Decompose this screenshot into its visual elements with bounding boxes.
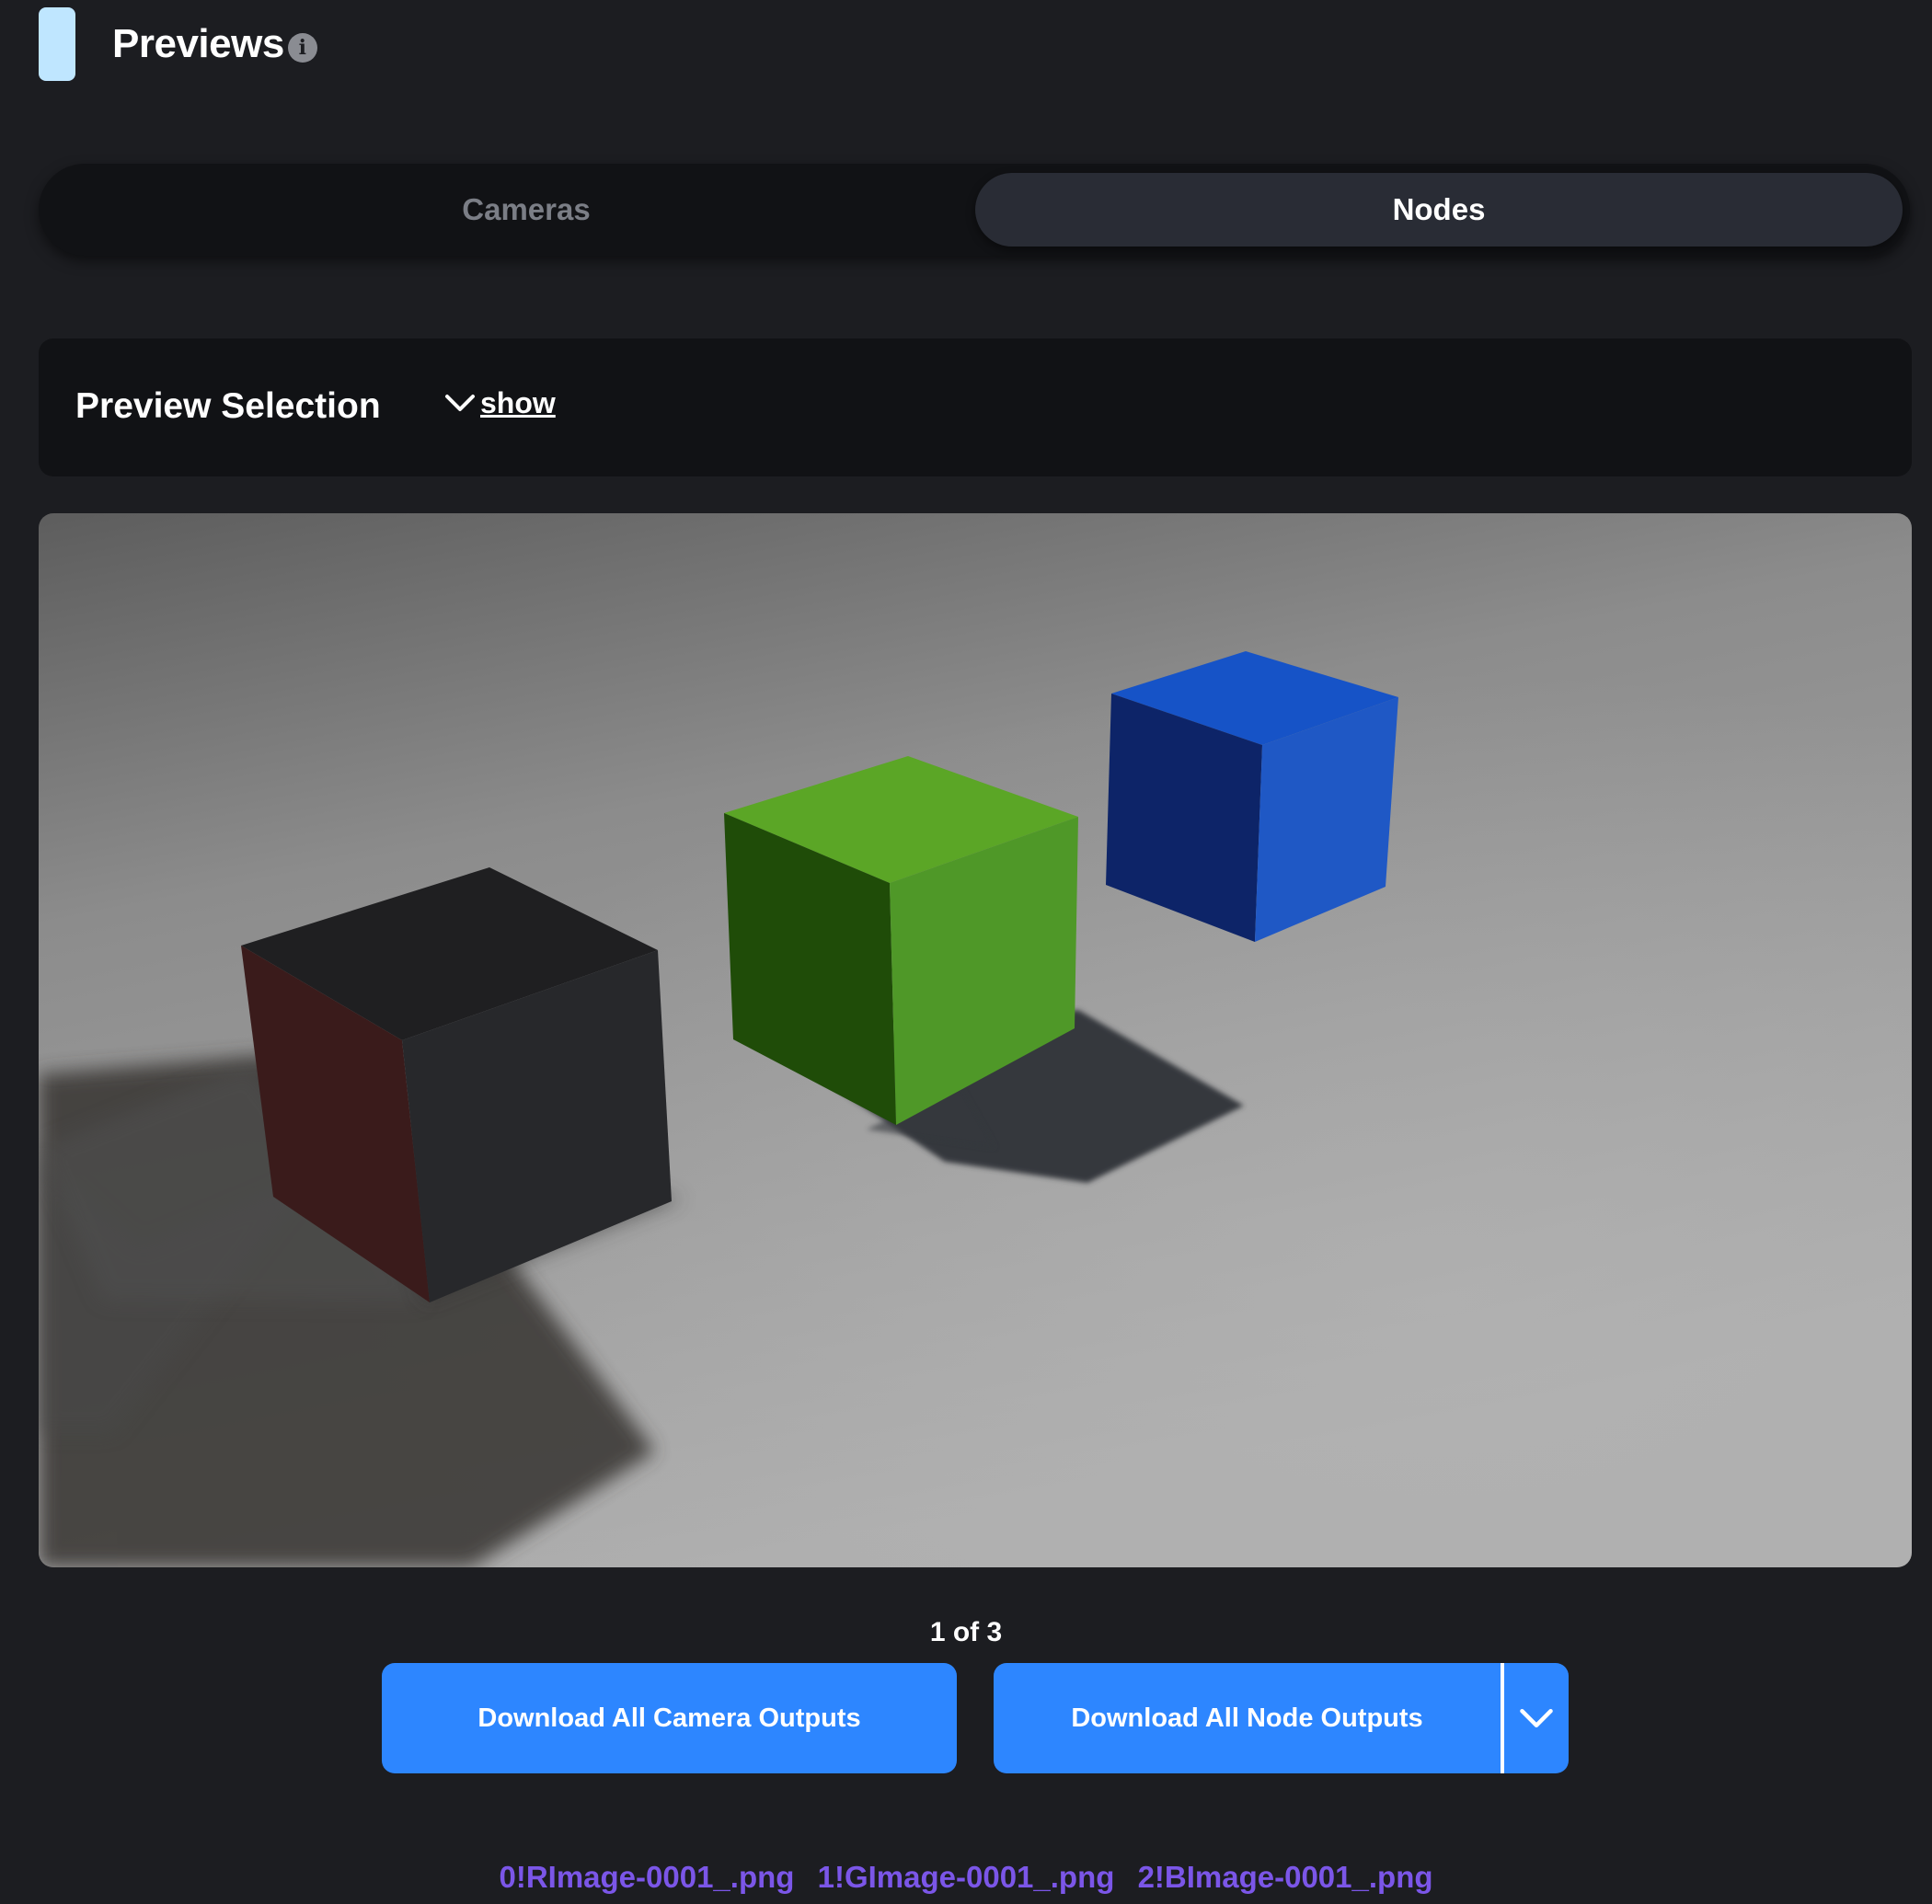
page-title: Previews [112,21,284,66]
preview-selection-toggle[interactable]: show [443,386,556,420]
blue-cube [1106,651,1398,942]
download-camera-outputs-button[interactable]: Download All Camera Outputs [382,1663,957,1773]
download-node-outputs-button[interactable]: Download All Node Outputs [994,1663,1569,1773]
show-link[interactable]: show [480,386,556,420]
view-tabs: Cameras Nodes [39,164,1910,256]
file-link-r[interactable]: 0!RImage-0001_.png [499,1860,794,1894]
preview-selection-title: Preview Selection [75,386,381,426]
file-link-b[interactable]: 2!BImage-0001_.png [1138,1860,1433,1894]
output-file-list: 0!RImage-0001_.png 1!GImage-0001_.png 2!… [0,1860,1932,1895]
file-link-g[interactable]: 1!GImage-0001_.png [818,1860,1115,1894]
tab-nodes[interactable]: Nodes [975,173,1903,247]
download-camera-outputs-label: Download All Camera Outputs [477,1703,861,1733]
tab-cameras[interactable]: Cameras [48,173,1005,247]
page-indicator: 1 of 3 [929,1617,1003,1647]
header-accent-bar [39,7,75,81]
info-icon[interactable]: i [287,33,317,63]
preview-selection-panel: Preview Selection show [39,338,1912,476]
page-header: Previews i [39,7,317,81]
chevron-down-icon [445,394,475,411]
download-options-dropdown[interactable] [1504,1663,1569,1773]
render-preview-svg [39,513,1912,1567]
chevron-down-icon [1520,1709,1553,1727]
render-preview-image [39,513,1912,1567]
download-node-outputs-label: Download All Node Outputs [1071,1703,1423,1733]
